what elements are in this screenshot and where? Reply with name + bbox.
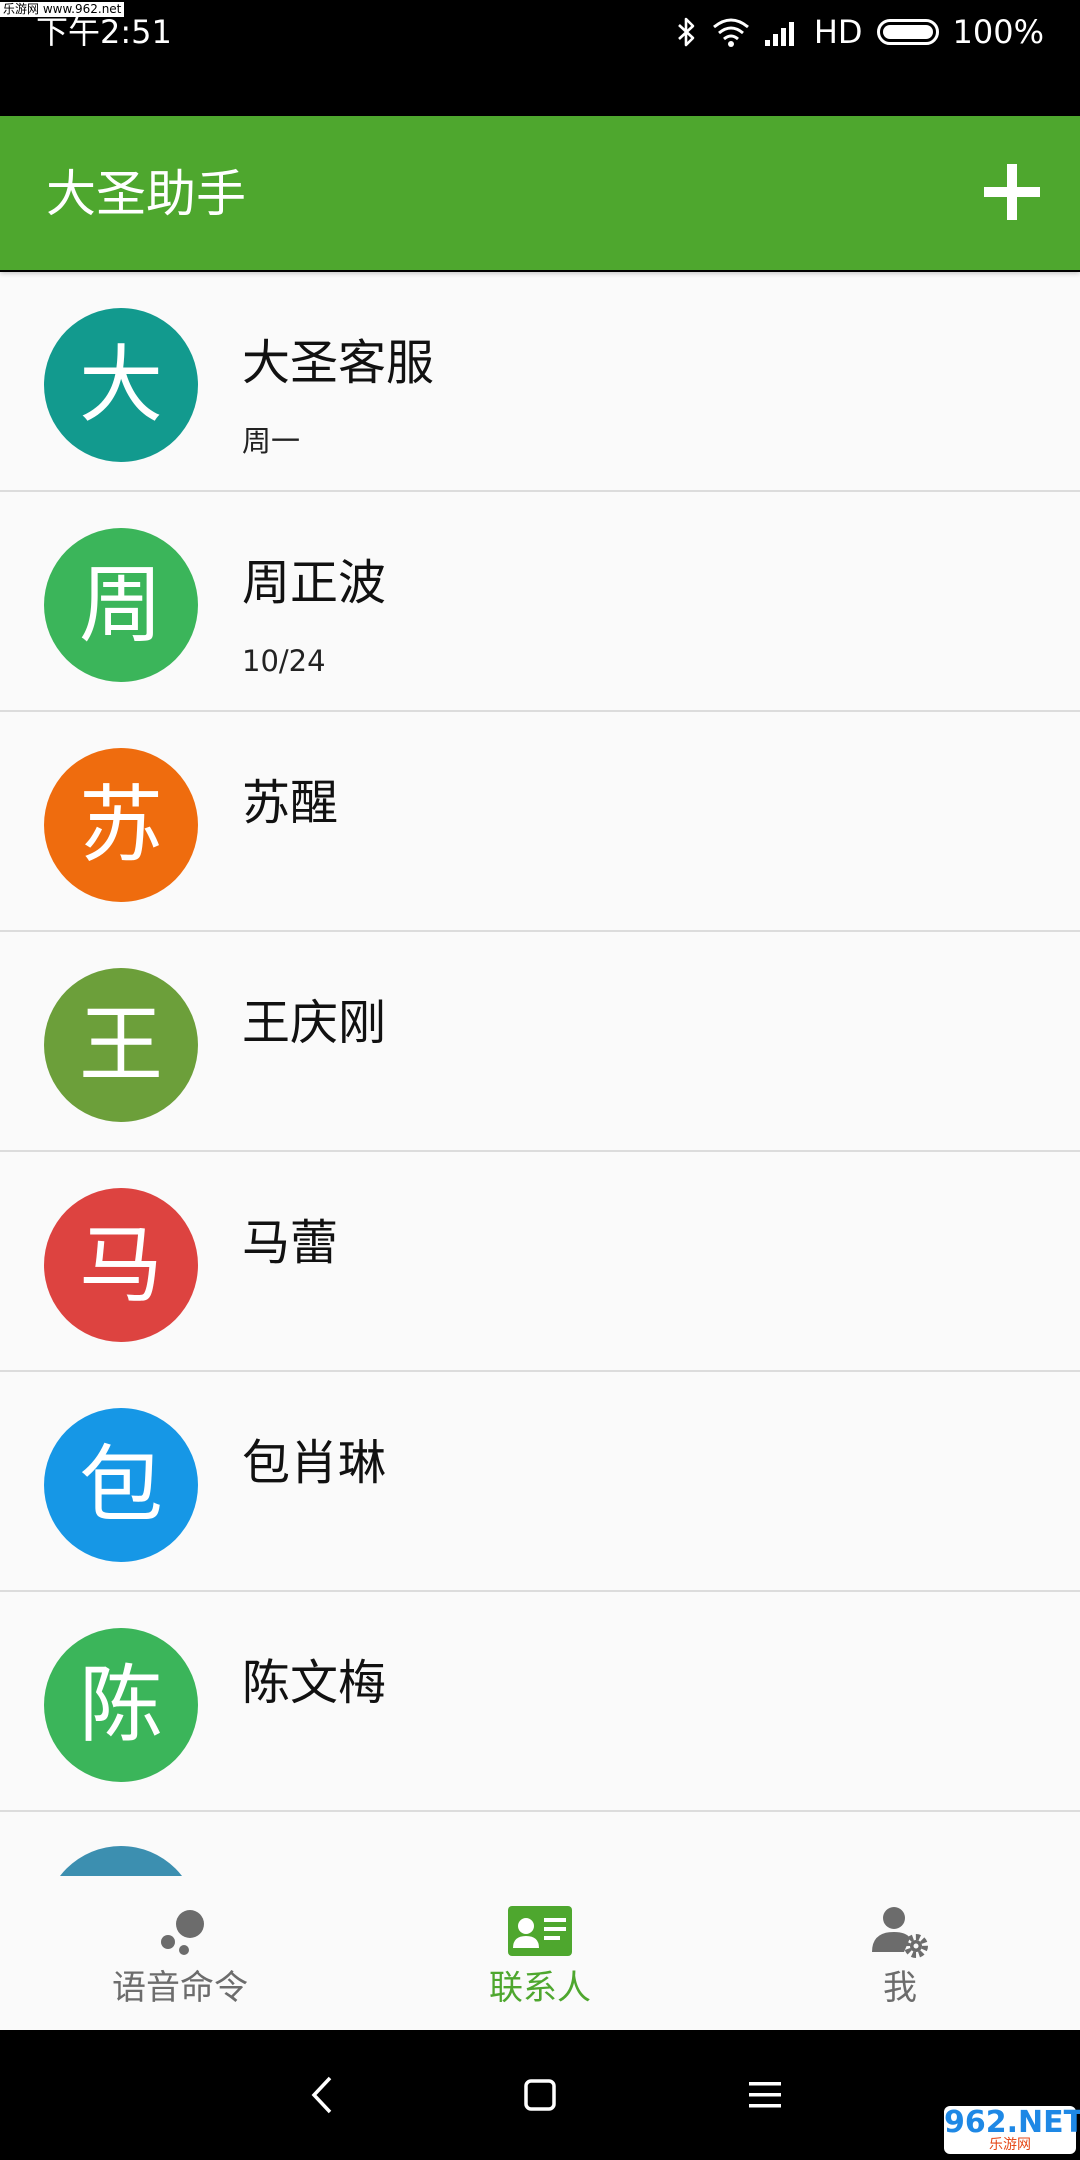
contact-name: 王庆刚 [242,995,387,1051]
list-item[interactable]: 包 包肖琳 [0,1372,1080,1592]
contact-name: 苏醒 [242,775,339,831]
watermark-logo: 962.NET 乐游网 [944,2106,1080,2154]
contact-name: 大圣客服 [242,335,435,391]
battery-level: 100% [952,13,1044,51]
list-item[interactable]: 马 马蕾 [0,1152,1080,1372]
menu-icon[interactable] [740,2070,790,2120]
avatar: 周 [44,528,198,682]
tab-label: 我 [883,1968,917,2008]
plus-icon[interactable] [974,154,1050,230]
contact-list[interactable]: 大 大圣客服 周一 周 周正波 10/24 苏 苏醒 王 王庆刚 马 马蕾 包 … [0,272,1080,1876]
contact-card-icon [508,1906,572,1956]
avatar: 包 [44,1408,198,1562]
list-item[interactable]: 苏 苏醒 [0,712,1080,932]
app-bar: 大圣助手 [0,116,1080,270]
voice-command-icon [161,1910,204,1955]
list-item[interactable] [0,1812,1080,1876]
contact-name: 马蕾 [242,1215,339,1271]
status-bar: 乐游网 www.962.net 下午2:51 HD 100% [0,0,1080,116]
avatar: 王 [44,968,198,1122]
avatar: 大 [44,308,198,462]
tab-contacts[interactable]: 联系人 [360,1876,720,2030]
wifi-icon [712,18,749,47]
avatar: 苏 [44,748,198,902]
signal-icon [764,22,794,46]
tab-label: 语音命令 [112,1968,248,2008]
bottom-navigation: 语音命令 联系人 我 [0,1876,1080,2030]
contact-subtitle: 10/24 [242,644,326,678]
avatar [44,1846,198,1876]
avatar: 陈 [44,1628,198,1782]
battery-icon [876,19,939,45]
status-time: 下午2:51 [36,13,172,51]
list-item[interactable]: 王 王庆刚 [0,932,1080,1152]
tab-me[interactable]: 我 [720,1876,1080,2030]
watermark-logo-sub: 乐游网 [989,2137,1031,2153]
avatar: 马 [44,1188,198,1342]
list-item[interactable]: 周 周正波 10/24 [0,492,1080,712]
contact-name: 周正波 [242,555,387,611]
list-item[interactable]: 陈 陈文梅 [0,1592,1080,1812]
contact-name: 陈文梅 [242,1655,387,1711]
home-icon[interactable] [515,2070,565,2120]
system-navigation-bar: 962.NET 乐游网 [0,2030,1080,2160]
bluetooth-icon [677,17,695,47]
network-type: HD [813,13,863,51]
watermark-logo-text: 962.NET [944,2105,1080,2140]
status-icons: HD 100% [676,12,1044,52]
tab-label: 联系人 [489,1968,591,2008]
user-settings-icon [872,1907,928,1958]
contact-name: 包肖琳 [242,1435,387,1491]
tab-voice-command[interactable]: 语音命令 [0,1876,360,2030]
page-title: 大圣助手 [46,165,246,223]
back-icon[interactable] [298,2070,348,2120]
list-item[interactable]: 大 大圣客服 周一 [0,272,1080,492]
contact-subtitle: 周一 [242,424,301,458]
